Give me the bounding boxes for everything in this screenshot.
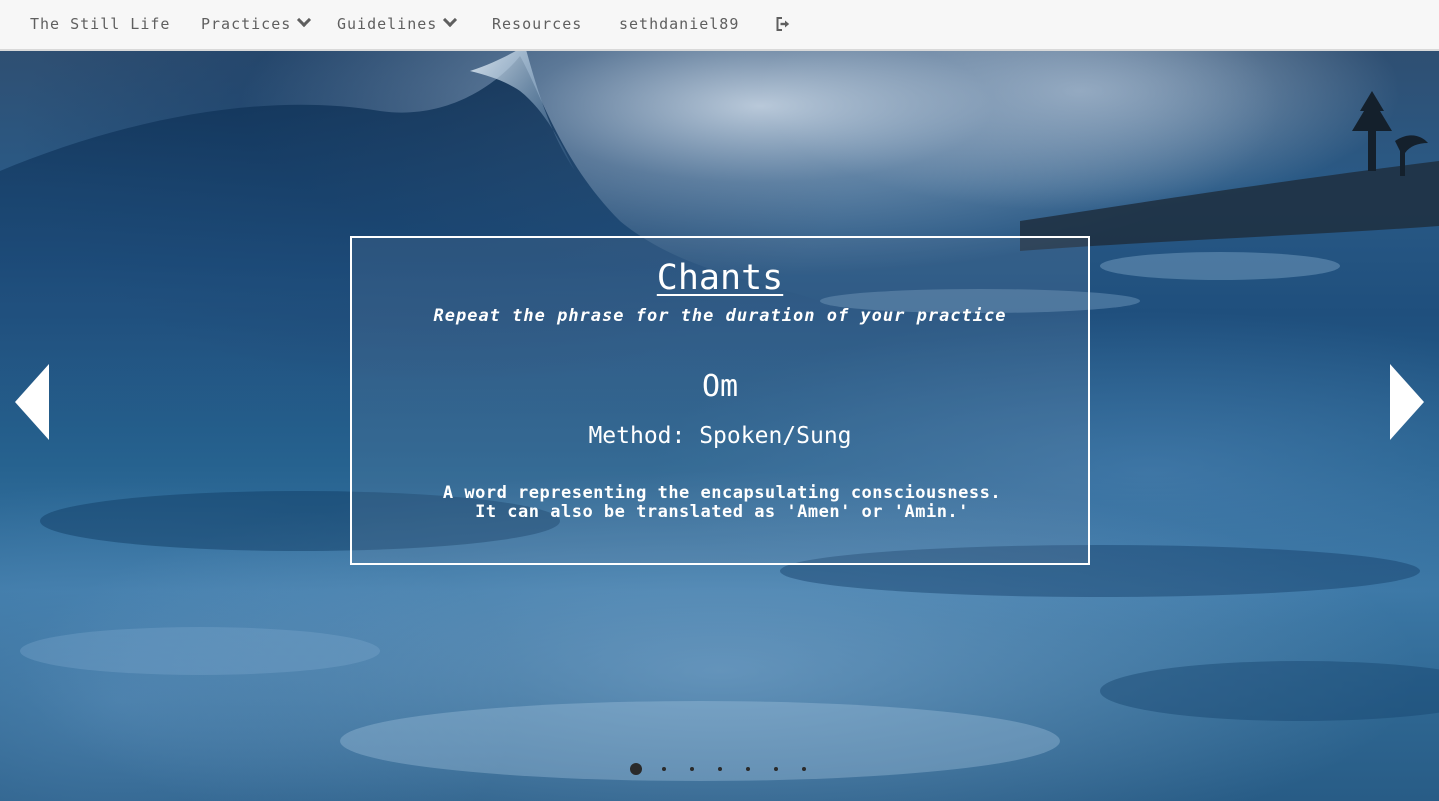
carousel-dot-active[interactable] — [630, 763, 642, 775]
hero-ocean-background: Chants Repeat the phrase for the duratio… — [0, 51, 1439, 801]
chant-card: Chants Repeat the phrase for the duratio… — [350, 236, 1090, 565]
carousel-indicators — [628, 762, 818, 776]
chant-description: A word representing the encapsulating co… — [442, 483, 1002, 522]
brand-link[interactable]: The Still Life — [30, 14, 170, 34]
carousel-dot[interactable] — [746, 767, 750, 771]
top-navbar: The Still Life Practices Guidelines Reso… — [0, 0, 1439, 51]
chevron-down-icon — [443, 12, 458, 28]
chant-name: Om — [701, 369, 739, 404]
practices-label: Practices — [201, 15, 292, 33]
carousel-dot[interactable] — [662, 767, 666, 771]
next-slide-arrow-icon[interactable] — [1390, 364, 1424, 440]
carousel-dot[interactable] — [802, 767, 806, 771]
chant-method: Method: Spoken/Sung — [588, 423, 852, 449]
resources-link[interactable]: Resources — [492, 14, 582, 34]
username-link[interactable]: sethdaniel89 — [619, 14, 739, 34]
carousel-dot[interactable] — [774, 767, 778, 771]
practices-dropdown[interactable]: Practices — [201, 12, 312, 34]
prev-slide-arrow-icon[interactable] — [15, 364, 49, 440]
carousel-dot[interactable] — [718, 767, 722, 771]
card-subtitle: Repeat the phrase for the duration of yo… — [433, 306, 1007, 326]
carousel-dot[interactable] — [690, 767, 694, 771]
sign-out-icon[interactable] — [775, 16, 791, 32]
chevron-down-icon — [297, 12, 312, 28]
card-title: Chants — [656, 258, 784, 298]
guidelines-dropdown[interactable]: Guidelines — [337, 12, 458, 34]
guidelines-label: Guidelines — [337, 15, 438, 33]
